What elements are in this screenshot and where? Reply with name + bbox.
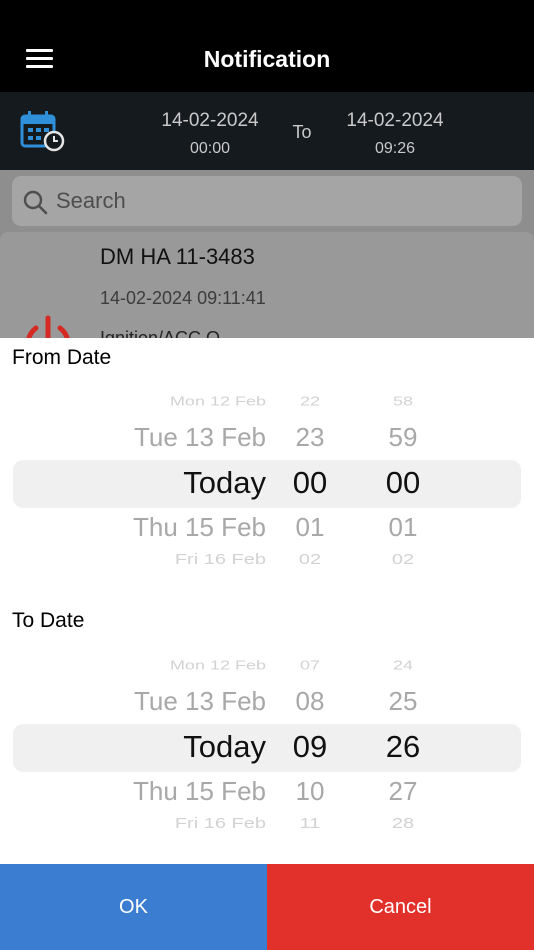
wheel-item-selected[interactable]: 26 bbox=[366, 729, 440, 765]
date-range-bar: 14-02-2024 00:00 To 14-02-2024 09:26 bbox=[0, 92, 534, 170]
ok-button[interactable]: OK bbox=[0, 864, 267, 950]
to-date-value: 14-02-2024 bbox=[346, 110, 444, 131]
wheel-item[interactable]: 24 bbox=[366, 658, 440, 673]
wheel-item[interactable]: 59 bbox=[366, 422, 440, 453]
calendar-clock-icon[interactable] bbox=[20, 110, 66, 152]
wheel-item[interactable]: 23 bbox=[272, 422, 348, 453]
wheel-item[interactable]: Mon 12 Feb bbox=[80, 658, 266, 673]
wheel-item[interactable]: 07 bbox=[272, 658, 348, 673]
wheel-item-selected[interactable]: 09 bbox=[272, 729, 348, 765]
from-date-label: From Date bbox=[12, 346, 112, 369]
to-date-wheel[interactable]: Mon 12 Feb Tue 13 Feb Today Thu 15 Feb F… bbox=[80, 658, 266, 838]
to-hour-wheel[interactable]: 07 08 09 10 11 bbox=[272, 658, 348, 838]
to-label: To bbox=[292, 122, 312, 142]
search-input[interactable] bbox=[56, 176, 496, 226]
wheel-item-selected[interactable]: 00 bbox=[272, 465, 348, 501]
wheel-item[interactable]: Thu 15 Feb bbox=[80, 512, 266, 543]
wheel-item-selected[interactable]: Today bbox=[80, 729, 266, 765]
notification-list: DM HA 11-3483 14-02-2024 09:11:41 Igniti… bbox=[0, 170, 534, 338]
wheel-item[interactable]: 25 bbox=[366, 686, 440, 717]
wheel-item[interactable]: 27 bbox=[366, 776, 440, 807]
from-date-wheel[interactable]: Mon 12 Feb Tue 13 Feb Today Thu 15 Feb F… bbox=[80, 394, 266, 574]
wheel-item[interactable]: Fri 16 Feb bbox=[80, 552, 266, 569]
wheel-item[interactable]: 28 bbox=[366, 816, 440, 833]
wheel-item[interactable]: 01 bbox=[272, 512, 348, 543]
wheel-item[interactable]: 22 bbox=[272, 394, 348, 409]
to-time-value: 09:26 bbox=[374, 140, 416, 157]
app-header: Notification bbox=[0, 0, 534, 92]
wheel-item[interactable]: 11 bbox=[272, 816, 348, 833]
page-title: Notification bbox=[203, 46, 331, 72]
from-hour-wheel[interactable]: 22 23 00 01 02 bbox=[272, 394, 348, 574]
wheel-item[interactable]: 08 bbox=[272, 686, 348, 717]
wheel-item[interactable]: 10 bbox=[272, 776, 348, 807]
to-date-display[interactable]: 14-02-2024 09:26 bbox=[335, 110, 455, 158]
from-minute-wheel[interactable]: 58 59 00 01 02 bbox=[366, 394, 440, 574]
from-date-display[interactable]: 14-02-2024 00:00 bbox=[150, 110, 270, 158]
search-icon bbox=[23, 190, 48, 215]
vehicle-plate: DM HA 11-3483 bbox=[100, 244, 255, 269]
wheel-item[interactable]: 01 bbox=[366, 512, 440, 543]
wheel-item[interactable]: Mon 12 Feb bbox=[80, 394, 266, 409]
wheel-item-selected[interactable]: 00 bbox=[366, 465, 440, 501]
notification-card[interactable]: DM HA 11-3483 14-02-2024 09:11:41 Igniti… bbox=[0, 232, 534, 338]
notification-timestamp: 14-02-2024 09:11:41 bbox=[100, 288, 266, 308]
to-date-label: To Date bbox=[12, 609, 85, 632]
search-bar[interactable] bbox=[12, 176, 522, 226]
wheel-item[interactable]: Tue 13 Feb bbox=[80, 686, 266, 717]
wheel-item[interactable]: 02 bbox=[272, 552, 348, 569]
wheel-item-selected[interactable]: Today bbox=[80, 465, 266, 501]
wheel-item[interactable]: 58 bbox=[366, 394, 440, 409]
from-date-picker[interactable]: Mon 12 Feb Tue 13 Feb Today Thu 15 Feb F… bbox=[0, 394, 534, 574]
to-date-picker[interactable]: Mon 12 Feb Tue 13 Feb Today Thu 15 Feb F… bbox=[0, 658, 534, 838]
from-date-value: 14-02-2024 bbox=[161, 110, 259, 131]
power-icon bbox=[26, 315, 70, 338]
to-minute-wheel[interactable]: 24 25 26 27 28 bbox=[366, 658, 440, 838]
wheel-item[interactable]: 02 bbox=[366, 552, 440, 569]
notification-event: Ignition/ACC O... bbox=[100, 328, 236, 338]
wheel-item[interactable]: Thu 15 Feb bbox=[80, 776, 266, 807]
date-picker-sheet: From Date Mon 12 Feb Tue 13 Feb Today Th… bbox=[0, 338, 534, 864]
wheel-item[interactable]: Tue 13 Feb bbox=[80, 422, 266, 453]
cancel-button[interactable]: Cancel bbox=[267, 864, 534, 950]
from-time-value: 00:00 bbox=[189, 140, 231, 157]
wheel-item[interactable]: Fri 16 Feb bbox=[80, 816, 266, 833]
